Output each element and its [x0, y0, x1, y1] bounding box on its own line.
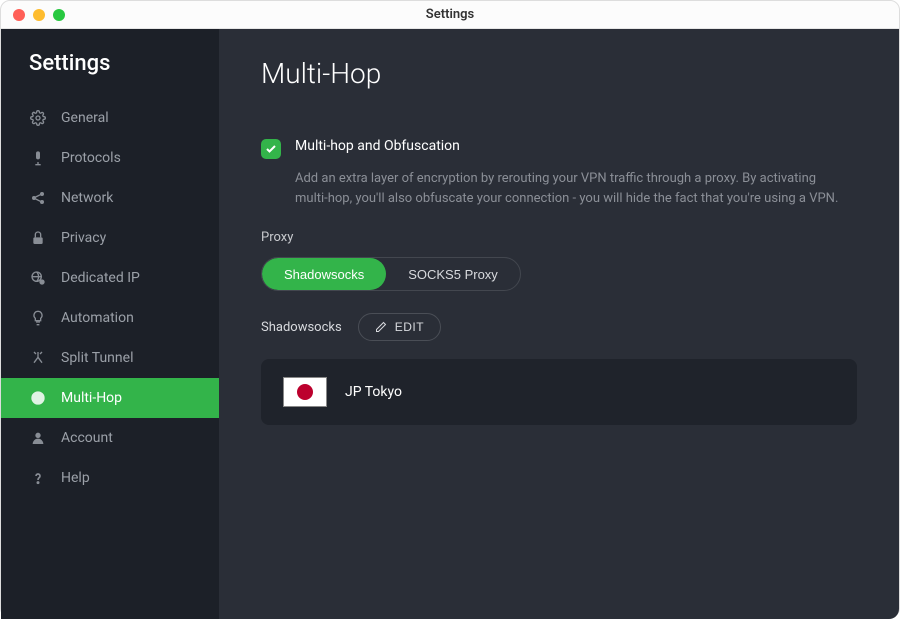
sidebar-item-help[interactable]: Help [1, 458, 219, 498]
sidebar-item-label: Account [61, 430, 113, 446]
sidebar-item-account[interactable]: Account [1, 418, 219, 458]
sidebar-item-label: Dedicated IP [61, 270, 140, 286]
lock-icon [29, 229, 47, 247]
sidebar-item-label: Privacy [61, 230, 106, 246]
sidebar-item-split-tunnel[interactable]: Split Tunnel [1, 338, 219, 378]
sidebar-item-label: Multi-Hop [61, 390, 122, 406]
person-icon [29, 429, 47, 447]
sidebar-item-privacy[interactable]: Privacy [1, 218, 219, 258]
globe-pin-icon [29, 269, 47, 287]
split-icon [29, 349, 47, 367]
globe-icon [29, 389, 47, 407]
multihop-option-description: Add an extra layer of encryption by rero… [261, 169, 841, 208]
sidebar-item-label: Automation [61, 310, 134, 326]
proxy-segmented-control: Shadowsocks SOCKS5 Proxy [261, 257, 521, 291]
shadowsocks-row: Shadowsocks EDIT [261, 313, 857, 341]
flag-jp-icon [283, 377, 327, 407]
traffic-lights [13, 9, 65, 21]
proxy-section-label: Proxy [261, 230, 857, 245]
mic-icon [29, 149, 47, 167]
sidebar-item-label: Help [61, 470, 90, 486]
proxy-option-shadowsocks[interactable]: Shadowsocks [262, 258, 386, 290]
close-window-button[interactable] [13, 9, 25, 21]
sidebar-item-label: Protocols [61, 150, 121, 166]
sidebar-item-network[interactable]: Network [1, 178, 219, 218]
sidebar-item-multi-hop[interactable]: Multi-Hop [1, 378, 219, 418]
main-content: Multi-Hop Multi-hop and Obfuscation Add … [219, 29, 899, 619]
help-icon [29, 469, 47, 487]
window-titlebar: Settings [1, 1, 899, 29]
window-title: Settings [1, 7, 899, 22]
sidebar-item-dedicated-ip[interactable]: Dedicated IP [1, 258, 219, 298]
sidebar-item-label: General [61, 110, 109, 126]
multihop-checkbox[interactable] [261, 139, 281, 159]
gear-icon [29, 109, 47, 127]
sidebar-item-label: Split Tunnel [61, 350, 133, 366]
shadowsocks-server-card[interactable]: JP Tokyo [261, 359, 857, 425]
edit-button-label: EDIT [395, 320, 424, 334]
sidebar-item-label: Network [61, 190, 113, 206]
proxy-option-socks5[interactable]: SOCKS5 Proxy [386, 258, 520, 290]
edit-shadowsocks-button[interactable]: EDIT [358, 313, 441, 341]
multihop-option-label: Multi-hop and Obfuscation [295, 138, 460, 154]
pencil-icon [375, 321, 387, 333]
multihop-option-row: Multi-hop and Obfuscation [261, 138, 857, 159]
minimize-window-button[interactable] [33, 9, 45, 21]
sidebar-item-general[interactable]: General [1, 98, 219, 138]
sidebar-item-automation[interactable]: Automation [1, 298, 219, 338]
server-name: JP Tokyo [345, 384, 402, 400]
shadowsocks-label: Shadowsocks [261, 320, 342, 335]
sidebar: Settings General Protocols Network Priva… [1, 29, 219, 619]
sidebar-item-protocols[interactable]: Protocols [1, 138, 219, 178]
maximize-window-button[interactable] [53, 9, 65, 21]
page-title: Multi-Hop [261, 57, 857, 90]
share-icon [29, 189, 47, 207]
bulb-icon [29, 309, 47, 327]
sidebar-title: Settings [1, 51, 219, 98]
